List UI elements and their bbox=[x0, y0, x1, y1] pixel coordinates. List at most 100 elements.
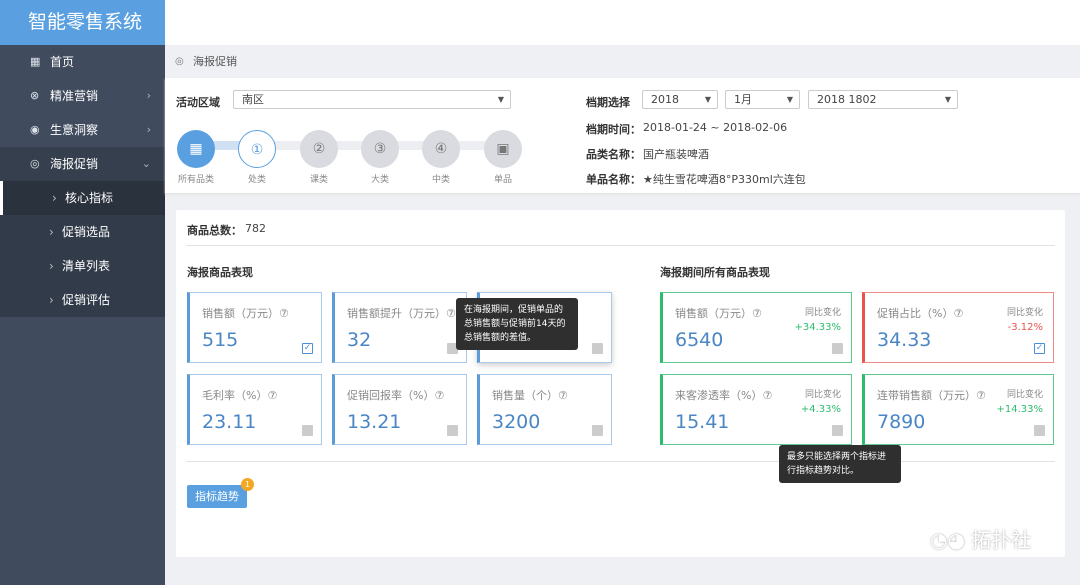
change-label: 同比变化 bbox=[1006, 390, 1043, 400]
metric-card[interactable]: 连带销售额（万元）⑦ 同比变化 +14.33% 7890 bbox=[862, 374, 1054, 445]
tooltip-sales-lift: 在海报期间，促销单品的总销售额与促销前14天的总销售额的差值。 bbox=[456, 298, 578, 350]
chevron-right-icon: › bbox=[49, 293, 54, 307]
item-label: 单品名称： bbox=[586, 173, 641, 186]
wechat-icon: ◔◕ bbox=[930, 528, 972, 552]
subnav-promo-selection[interactable]: › 促销选品 bbox=[0, 215, 165, 249]
app-title: 智能零售系统 bbox=[0, 0, 165, 45]
period-select[interactable]: 2018 1802 ▼ bbox=[808, 90, 958, 109]
subnav-label: 核心指标 bbox=[65, 191, 114, 205]
step-item[interactable]: ▣ bbox=[484, 130, 522, 168]
card-title: 销售额提升（万元）⑦ bbox=[347, 307, 456, 320]
category-value: 国产瓶装啤酒 bbox=[643, 148, 709, 161]
trend-button[interactable]: 指标趋势 bbox=[187, 485, 247, 508]
change-label: 同比变化 bbox=[804, 308, 841, 318]
step-all-categories[interactable]: ▦ bbox=[177, 130, 215, 168]
card-value: 15.41 bbox=[675, 411, 730, 433]
checkbox[interactable] bbox=[832, 343, 843, 354]
chevron-right-icon: › bbox=[52, 191, 57, 205]
breadcrumb: ◎ 海报促销 bbox=[165, 45, 1080, 78]
nav-precision-marketing[interactable]: ⊗ 精准营销 › bbox=[0, 79, 165, 113]
hierarchy-1-icon: ① bbox=[250, 142, 264, 158]
metric-card[interactable]: 促销回报率（%）⑦ 13.21 bbox=[332, 374, 467, 445]
card-value: 32 bbox=[347, 329, 372, 351]
period-label: 档期选择 bbox=[586, 96, 630, 109]
checkbox[interactable] bbox=[592, 425, 603, 436]
checkbox-checked[interactable]: ✓ bbox=[1034, 343, 1045, 354]
card-value: 6540 bbox=[675, 329, 724, 351]
time-value: 2018-01-24 ~ 2018-02-06 bbox=[643, 121, 788, 134]
nav-label: 海报促销 bbox=[50, 157, 99, 171]
dropdown-arrow-icon: ▼ bbox=[786, 95, 793, 104]
metric-card[interactable]: 销售额提升（万元）⑦ 32 bbox=[332, 292, 467, 363]
card-title: 销售量（个）⑦ bbox=[492, 389, 568, 402]
metric-card[interactable]: 毛利率（%）⑦ 23.11 bbox=[187, 374, 322, 445]
subnav-list[interactable]: › 清单列表 bbox=[0, 249, 165, 283]
card-value: 3200 bbox=[492, 411, 541, 433]
step-label: 大类 bbox=[370, 175, 389, 185]
region-label: 活动区域 bbox=[176, 96, 220, 109]
card-title: 连带销售额（万元）⑦ bbox=[877, 389, 986, 402]
dropdown-arrow-icon: ▼ bbox=[944, 95, 951, 104]
target-icon: ⊗ bbox=[30, 89, 40, 102]
checkbox[interactable] bbox=[592, 343, 603, 354]
checkbox[interactable] bbox=[302, 425, 313, 436]
tooltip-max-selection: 最多只能选择两个指标进行指标趋势对比。 bbox=[779, 445, 901, 483]
metric-card[interactable]: 销售量（个）⑦ 3200 bbox=[477, 374, 612, 445]
step-level-4[interactable]: ④ bbox=[422, 130, 460, 168]
month-select[interactable]: 1月 ▼ bbox=[725, 90, 800, 109]
nav-label: 首页 bbox=[50, 55, 75, 69]
chevron-down-icon: ⌄ bbox=[141, 157, 151, 170]
total-value: 782 bbox=[245, 222, 266, 235]
nav-home[interactable]: ▦ 首页 bbox=[0, 45, 165, 79]
poster-icon: ◎ bbox=[175, 56, 184, 67]
metric-card[interactable]: 来客渗透率（%）⑦ 同比变化 +4.33% 15.41 bbox=[660, 374, 852, 445]
region-select[interactable]: 南区 ▼ bbox=[233, 90, 511, 109]
time-label: 档期时间： bbox=[586, 123, 641, 136]
card-value: 7890 bbox=[877, 411, 926, 433]
region-value: 南区 bbox=[242, 93, 264, 106]
watermark: ◔◕ 拓扑社 bbox=[930, 524, 1031, 553]
year-value: 2018 bbox=[651, 93, 679, 106]
item-value: ★纯生雪花啤酒8°P330ml六连包 bbox=[643, 173, 806, 186]
nav-insight[interactable]: ◉ 生意洞察 › bbox=[0, 113, 165, 147]
hierarchy-4-icon: ④ bbox=[434, 141, 448, 157]
subnav-evaluation[interactable]: › 促销评估 bbox=[0, 283, 165, 317]
card-title: 来客渗透率（%）⑦ bbox=[675, 389, 773, 402]
dropdown-arrow-icon: ▼ bbox=[704, 95, 711, 104]
nav-label: 生意洞察 bbox=[50, 123, 99, 137]
card-value: 34.33 bbox=[877, 329, 932, 351]
change-value: +4.33% bbox=[800, 404, 841, 415]
subnav-core-metrics[interactable]: › 核心指标 bbox=[0, 181, 165, 215]
metric-card[interactable]: 促销占比（%）⑦ 同比变化 -3.12% 34.33 ✓ bbox=[862, 292, 1054, 363]
chevron-right-icon: › bbox=[49, 225, 54, 239]
top-bar bbox=[165, 0, 1080, 45]
checkbox[interactable] bbox=[447, 425, 458, 436]
chevron-right-icon: › bbox=[146, 123, 151, 136]
step-level-1[interactable]: ① bbox=[238, 130, 276, 168]
period-value: 2018 1802 bbox=[817, 93, 877, 106]
step-level-2[interactable]: ② bbox=[300, 130, 338, 168]
subnav-label: 促销评估 bbox=[62, 293, 111, 307]
metric-card[interactable]: 销售额（万元）⑦ 同比变化 +34.33% 6540 bbox=[660, 292, 852, 363]
change-value: +14.33% bbox=[996, 404, 1043, 415]
metric-card[interactable]: 销售额（万元）⑦ 515 ✓ bbox=[187, 292, 322, 363]
checkbox[interactable] bbox=[832, 425, 843, 436]
change-value: +34.33% bbox=[794, 322, 841, 333]
year-select[interactable]: 2018 ▼ bbox=[642, 90, 718, 109]
subnav-label: 清单列表 bbox=[62, 259, 111, 273]
card-value: 23.11 bbox=[202, 411, 257, 433]
month-value: 1月 bbox=[734, 93, 752, 106]
card-value: 515 bbox=[202, 329, 239, 351]
nav-label: 精准营销 bbox=[50, 89, 99, 103]
trend-badge: 1 bbox=[241, 478, 254, 491]
checkbox-checked[interactable]: ✓ bbox=[302, 343, 313, 354]
section-title-left: 海报商品表现 bbox=[187, 266, 253, 279]
hierarchy-2-icon: ② bbox=[312, 141, 326, 157]
checkbox[interactable] bbox=[1034, 425, 1045, 436]
step-label: 所有品类 bbox=[177, 175, 214, 185]
grid-icon: ▦ bbox=[189, 141, 203, 157]
nav-poster-promo[interactable]: ◎ 海报促销 ⌄ bbox=[0, 147, 165, 181]
step-level-3[interactable]: ③ bbox=[361, 130, 399, 168]
step-label: 单品 bbox=[493, 175, 512, 185]
chevron-right-icon: › bbox=[49, 259, 54, 273]
